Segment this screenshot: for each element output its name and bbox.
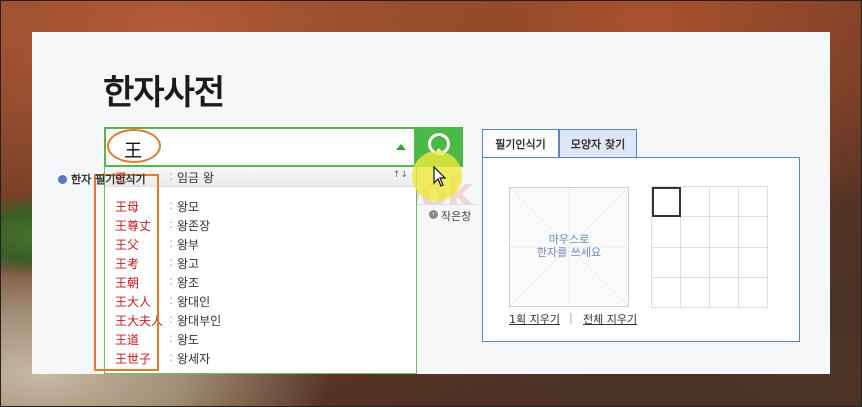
separator: : (169, 274, 174, 288)
search-input[interactable]: 王 (104, 127, 416, 167)
grid-cell[interactable] (652, 277, 681, 308)
grid-cell[interactable] (739, 247, 768, 278)
grid-cell[interactable] (739, 277, 768, 308)
separator: : (169, 293, 174, 307)
list-item-meaning: 왕모 (177, 200, 200, 214)
tab-handwriting[interactable]: 필기인식기 (482, 129, 559, 158)
separator: : (169, 255, 174, 269)
handwriting-title: 한자 필기인식기 (58, 171, 146, 187)
grid-cell[interactable] (681, 277, 710, 308)
list-item-meaning: 왕고 (177, 257, 200, 271)
canvas-hint-line2: 한자를 쓰세요 (536, 246, 602, 259)
query-highlight-oval (107, 129, 161, 163)
chevron-up-icon[interactable] (396, 144, 406, 150)
grid-cell[interactable] (681, 187, 710, 218)
small-window-link[interactable]: › 작은창 (417, 204, 477, 227)
grid-cell[interactable] (710, 187, 739, 218)
canvas-hint-line1: 마우스로 (548, 233, 590, 246)
grid-cell[interactable] (652, 217, 681, 248)
grid-cell[interactable] (652, 187, 681, 218)
sort-icon[interactable]: ↑↓ (393, 170, 408, 180)
grid-cell[interactable] (681, 217, 710, 248)
list-item-meaning: 왕대인 (177, 295, 211, 309)
clear-one-stroke-link[interactable]: 1획 지우기 (509, 311, 560, 327)
handwriting-canvas[interactable]: 마우스로 한자를 쓰세요 (509, 187, 629, 307)
separator: : (169, 350, 174, 364)
list-item-meaning: 왕존장 (177, 219, 211, 233)
list-item-meaning: 왕세자 (177, 352, 211, 366)
link-separator: | (569, 311, 573, 324)
list-item-meaning: 임금 왕 (177, 171, 214, 185)
hanja-column-highlight (94, 174, 159, 371)
list-item-meaning: 왕대부인 (177, 314, 222, 328)
grid-cell[interactable] (710, 217, 739, 248)
tab-shape-search[interactable]: 모양자 찾기 (559, 129, 637, 158)
separator: : (169, 236, 174, 250)
list-item-meaning: 왕조 (177, 276, 200, 290)
handwriting-title-text: 한자 필기인식기 (71, 173, 146, 186)
clear-all-link[interactable]: 전체 지우기 (583, 311, 637, 327)
separator: : (169, 198, 174, 212)
list-item-meaning: 왕부 (177, 238, 200, 252)
grid-cell[interactable] (710, 247, 739, 278)
grid-cell[interactable] (739, 187, 768, 218)
grid-cell[interactable] (739, 217, 768, 248)
separator: : (169, 312, 174, 326)
separator: : (169, 331, 174, 345)
canvas-hint: 마우스로 한자를 쓰세요 (510, 233, 628, 259)
list-item-meaning: 왕도 (177, 333, 200, 347)
grid-cell[interactable] (710, 277, 739, 308)
page-title: 한자사전 (103, 73, 225, 113)
small-window-label: 작은창 (441, 210, 472, 223)
info-icon (58, 175, 67, 184)
result-grid (651, 186, 768, 308)
mouse-cursor-icon (433, 166, 447, 187)
separator: : (169, 169, 174, 183)
hanja-dictionary-panel: 한자사전 Book 王 ›작은창 王 : 임금 왕 ↑↓ (32, 32, 830, 374)
separator: : (169, 217, 174, 231)
arrow-right-icon: › (429, 210, 438, 219)
grid-cell[interactable] (681, 247, 710, 278)
grid-cell[interactable] (652, 247, 681, 278)
